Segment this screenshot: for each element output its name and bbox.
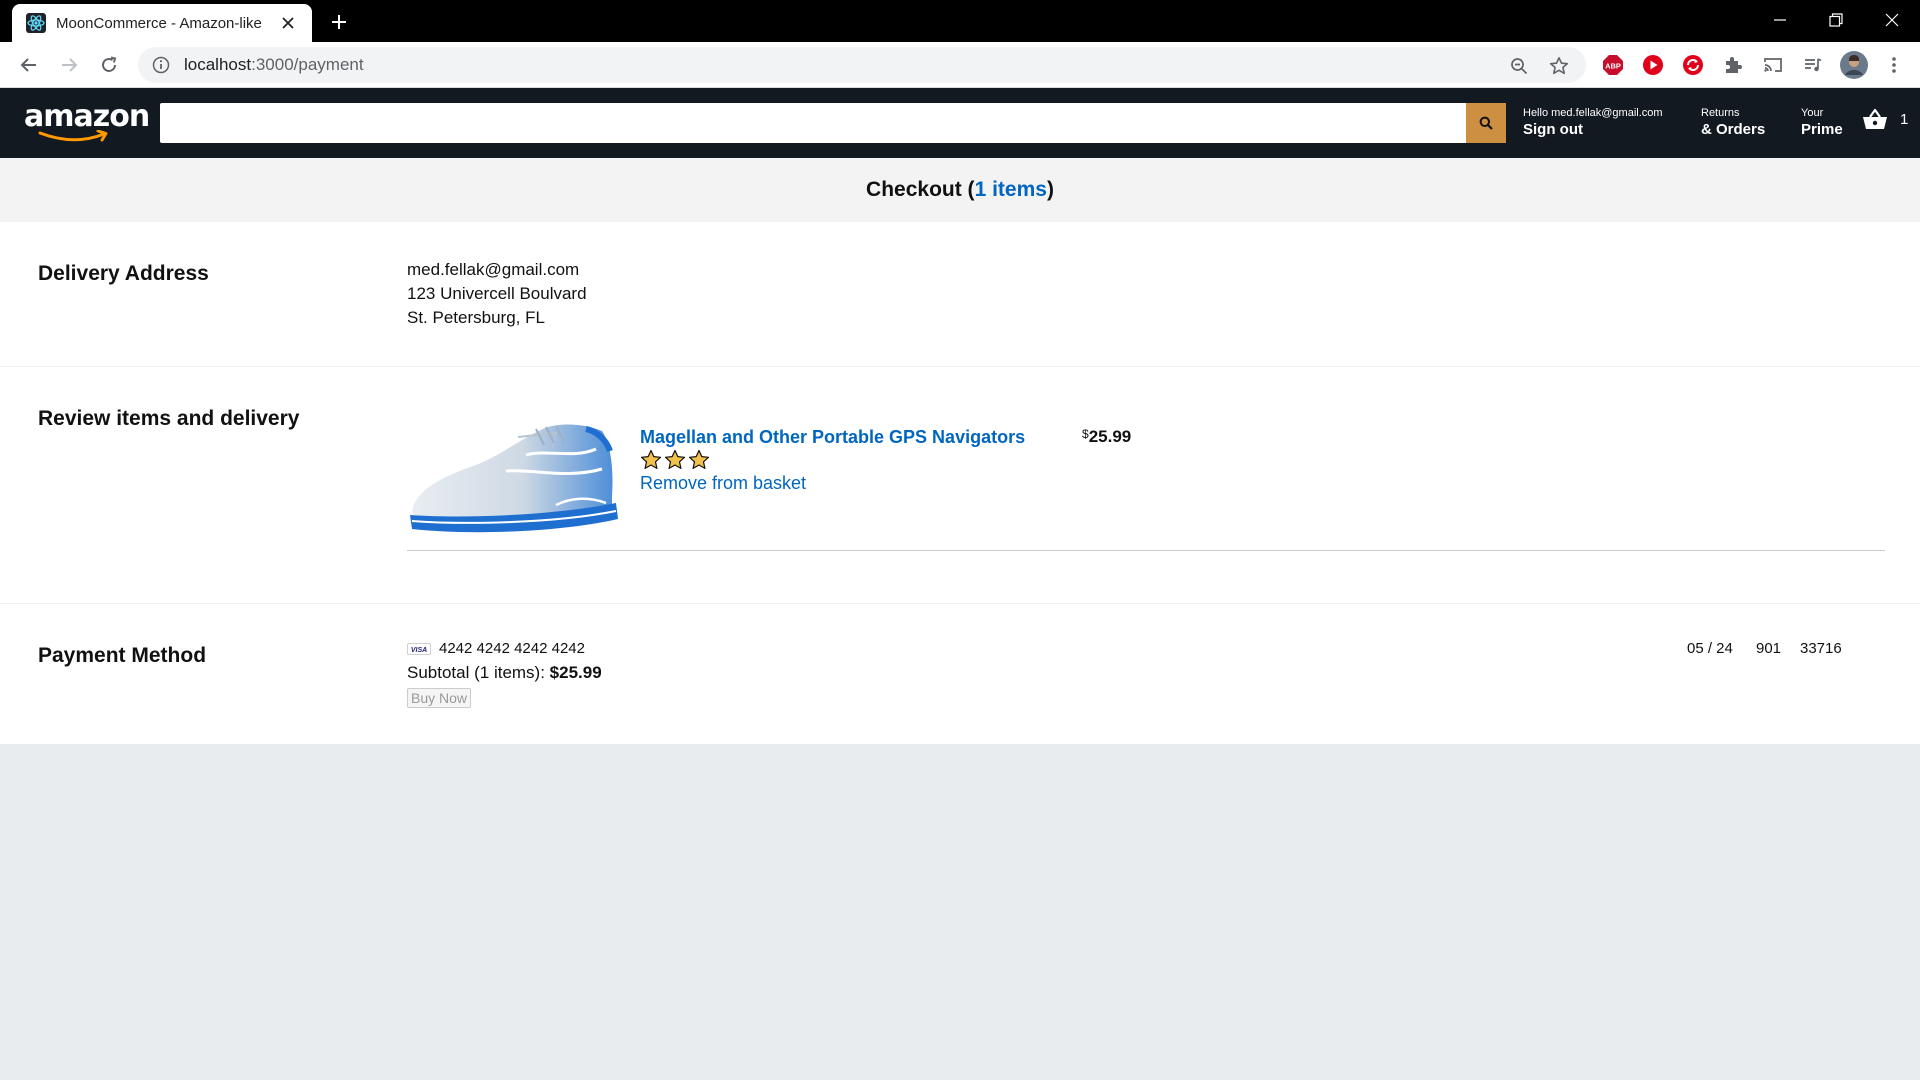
card-zip-field[interactable]: 33716 <box>1800 640 1842 657</box>
delivery-address: med.fellak@gmail.com 123 Univercell Boul… <box>407 258 587 330</box>
returns-orders[interactable]: Returns & Orders <box>1701 106 1765 140</box>
zoom-icon[interactable] <box>1508 55 1530 77</box>
amazon-logo[interactable]: amazon <box>24 100 150 148</box>
review-title: Review items and delivery <box>38 407 300 430</box>
extensions-puzzle-icon[interactable] <box>1721 53 1745 77</box>
svg-text:ABP: ABP <box>1605 62 1621 71</box>
account-sign-out[interactable]: Hello med.fellak@gmail.com Sign out <box>1523 106 1663 140</box>
back-icon[interactable] <box>14 50 44 80</box>
search-icon <box>1479 116 1493 130</box>
delivery-title: Delivery Address <box>38 262 209 285</box>
browser-menu-icon[interactable] <box>1882 53 1906 77</box>
checkout-heading: Checkout ( 1 items ) <box>0 158 1920 222</box>
sign-out-link[interactable]: Sign out <box>1523 120 1663 140</box>
payment-section: Payment Method VISA 4242 4242 4242 4242 … <box>0 604 1920 744</box>
site-header: amazon Hello med.fellak@gmail.com Sign o… <box>0 88 1920 158</box>
browser-tab[interactable]: MoonCommerce - Amazon-like <box>12 4 312 42</box>
restore-icon[interactable] <box>1808 0 1864 40</box>
media-queue-icon[interactable] <box>1801 53 1825 77</box>
product-rating <box>640 449 710 471</box>
address-city: St. Petersburg, FL <box>407 308 545 327</box>
card-number-field[interactable]: VISA 4242 4242 4242 4242 <box>407 640 585 657</box>
basket-icon <box>1863 108 1887 129</box>
new-tab-icon[interactable] <box>325 8 353 36</box>
visa-card-icon: VISA <box>407 642 431 655</box>
svg-text:VISA: VISA <box>411 647 427 654</box>
card-number: 4242 4242 4242 4242 <box>439 640 585 657</box>
profile-avatar-icon[interactable] <box>1840 51 1868 79</box>
remove-from-basket-link[interactable]: Remove from basket <box>640 473 806 494</box>
close-tab-icon[interactable] <box>278 13 298 33</box>
delivery-section: Delivery Address med.fellak@gmail.com 12… <box>0 222 1920 367</box>
review-section: Review items and delivery Magellan and O… <box>0 367 1920 604</box>
star-icon <box>688 449 710 469</box>
card-expiry-field[interactable]: 05 / 24 <box>1687 640 1733 657</box>
buy-now-button[interactable]: Buy Now <box>407 688 472 708</box>
video-extension-icon[interactable] <box>1641 53 1665 77</box>
browser-tabstrip: MoonCommerce - Amazon-like <box>0 0 1920 42</box>
order-subtotal: Subtotal (1 items): $25.99 <box>407 663 602 682</box>
address-street: 123 Univercell Boulvard <box>407 284 587 303</box>
basket-link[interactable]: 1 <box>1862 108 1908 130</box>
adblock-extension-icon[interactable]: ABP <box>1601 53 1625 77</box>
site-info-icon[interactable] <box>152 56 170 74</box>
bookmark-star-icon[interactable] <box>1548 55 1570 77</box>
product-title-link[interactable]: Magellan and Other Portable GPS Navigato… <box>640 427 1025 448</box>
browser-toolbar: localhost:3000/payment ABP <box>0 42 1920 88</box>
product-image <box>410 424 618 533</box>
star-icon <box>664 449 686 469</box>
item-divider <box>407 550 1885 551</box>
account-greeting: Hello med.fellak@gmail.com <box>1523 107 1663 119</box>
basket-count: 1 <box>1900 110 1909 128</box>
sync-extension-icon[interactable] <box>1681 53 1705 77</box>
url-text: localhost:3000/payment <box>184 55 364 74</box>
address-bar[interactable]: localhost:3000/payment <box>138 47 1586 83</box>
cast-icon[interactable] <box>1761 53 1785 77</box>
react-favicon-icon <box>26 13 46 33</box>
reload-icon[interactable] <box>94 50 124 80</box>
address-email: med.fellak@gmail.com <box>407 260 580 279</box>
checkout-items-link[interactable]: 1 items <box>975 178 1047 202</box>
search-input[interactable] <box>160 103 1466 143</box>
payment-title: Payment Method <box>38 644 207 667</box>
forward-icon[interactable] <box>54 50 84 80</box>
close-window-icon[interactable] <box>1864 0 1920 40</box>
smile-arrow-icon <box>38 130 108 142</box>
star-icon <box>640 449 662 469</box>
tab-title: MoonCommerce - Amazon-like <box>56 14 262 32</box>
minimize-icon[interactable] <box>1752 0 1808 40</box>
product-price: $25.99 <box>1082 427 1132 446</box>
card-cvc-field[interactable]: 901 <box>1756 640 1781 657</box>
search-button[interactable] <box>1466 103 1506 143</box>
your-prime[interactable]: Your Prime <box>1801 106 1843 140</box>
